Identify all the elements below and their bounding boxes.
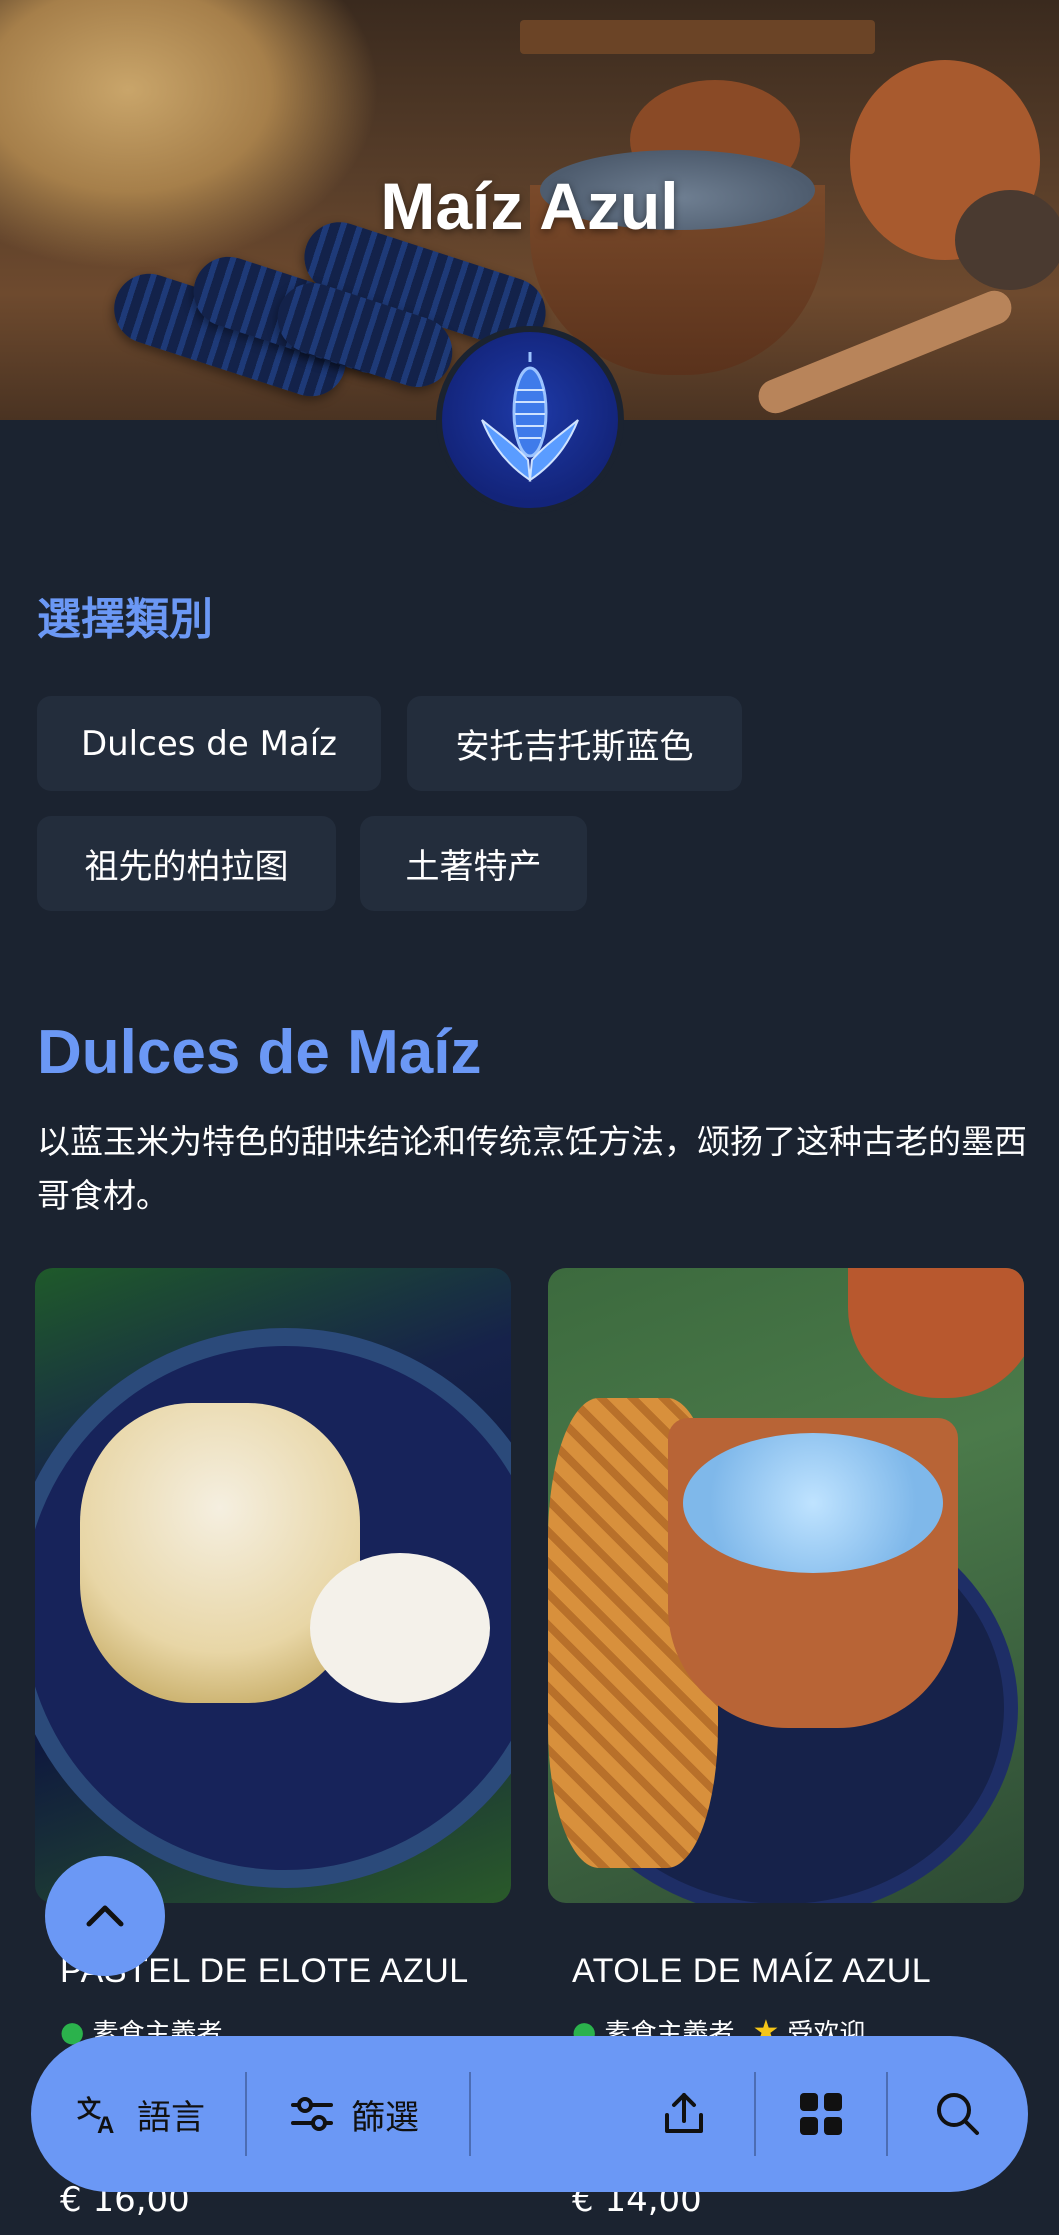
product-image-atole[interactable] xyxy=(548,1268,1024,1903)
search-button[interactable] xyxy=(918,2089,998,2139)
translate-icon: 文 A xyxy=(77,2095,114,2137)
language-label: 語言 xyxy=(137,2097,205,2138)
section-description: 以蓝玉米为特色的甜味结论和传统烹饪方法，颂扬了这种古老的墨西哥食材。 xyxy=(37,1122,1027,1215)
toolbar-divider xyxy=(245,2072,247,2156)
corn-logo-icon xyxy=(436,326,624,514)
atole-drink-decoration xyxy=(683,1433,943,1573)
back-to-top-button[interactable] xyxy=(45,1856,165,1976)
share-button[interactable] xyxy=(644,2089,724,2139)
svg-text:A: A xyxy=(97,2112,114,2137)
chevron-up-icon xyxy=(86,1905,124,1927)
filter-label: 篩選 xyxy=(351,2097,419,2138)
grid-icon xyxy=(800,2093,842,2135)
category-chip-platos[interactable]: 祖先的柏拉图 xyxy=(37,816,336,911)
bottom-toolbar: 文 A 語言 篩選 xyxy=(31,2036,1028,2192)
product-name[interactable]: ATOLE DE MAÍZ AZUL xyxy=(572,1952,931,1991)
filter-icon xyxy=(291,2097,333,2131)
toolbar-divider xyxy=(886,2072,888,2156)
category-chip-especialidades[interactable]: 土著特产 xyxy=(360,816,587,911)
product-image-pastel[interactable] xyxy=(35,1268,511,1903)
category-chip-antojitos[interactable]: 安托吉托斯蓝色 xyxy=(407,696,742,791)
page-title: Maíz Azul xyxy=(380,169,679,243)
jug-decoration xyxy=(848,1268,1024,1398)
category-heading: 選擇類別 xyxy=(37,594,213,645)
category-chip-dulces[interactable]: Dulces de Maíz xyxy=(37,696,381,791)
filter-button[interactable]: 篩選 xyxy=(289,2090,469,2139)
search-icon xyxy=(937,2093,979,2135)
toolbar-divider xyxy=(754,2072,756,2156)
share-icon xyxy=(665,2093,703,2133)
toolbar-divider xyxy=(469,2072,471,2156)
cream-decoration xyxy=(310,1553,490,1703)
section-title: Dulces de Maíz xyxy=(37,1018,482,1087)
shelf-decoration xyxy=(520,20,875,54)
language-button[interactable]: 文 A 語言 xyxy=(75,2090,245,2139)
grid-view-button[interactable] xyxy=(786,2089,856,2139)
